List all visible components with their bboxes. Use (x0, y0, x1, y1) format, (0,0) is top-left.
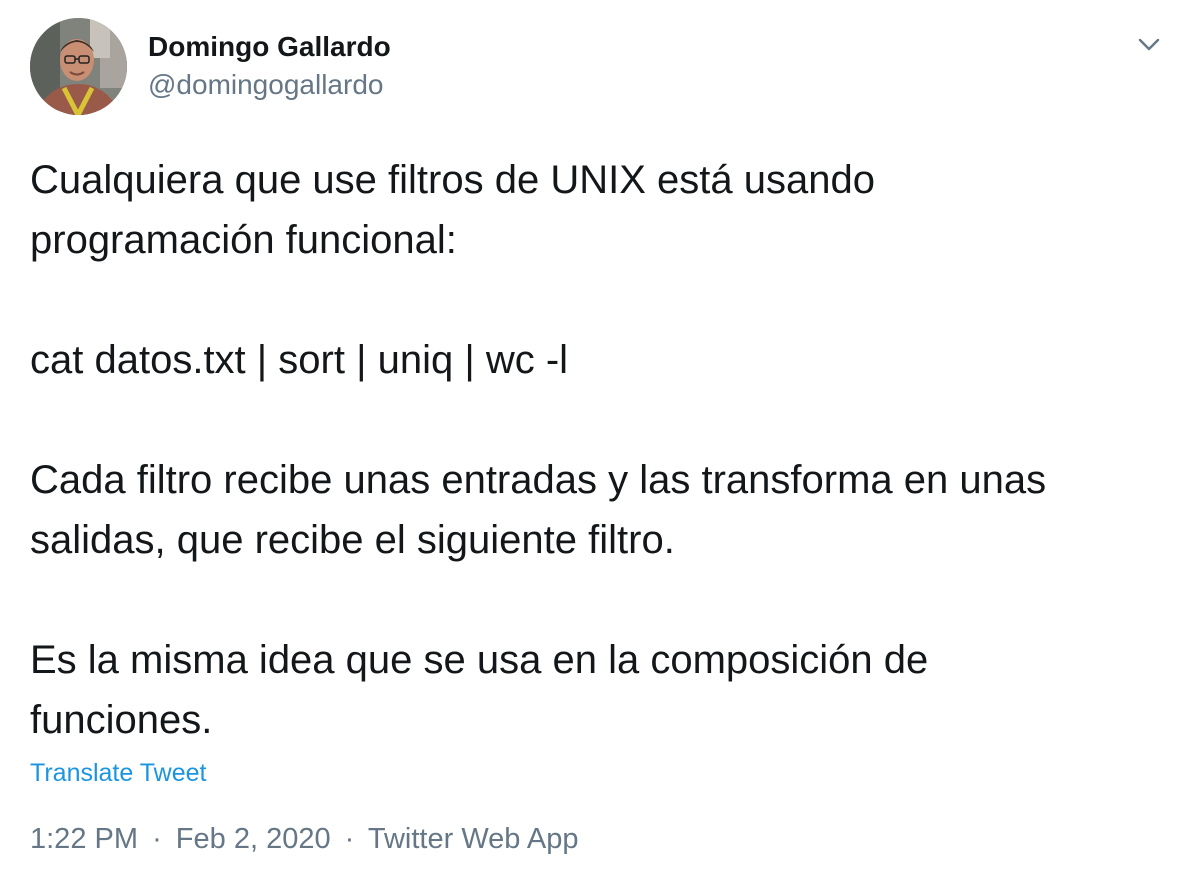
meta-separator: · (344, 823, 355, 855)
avatar[interactable] (30, 18, 127, 115)
tweet-text: Cualquiera que use filtros de UNIX está … (30, 150, 1170, 750)
tweet-text-line: salidas, que recibe el siguiente filtro. (30, 518, 675, 562)
tweet-text-line: Cualquiera que use filtros de UNIX está … (30, 158, 875, 202)
tweet-text-line: funciones. (30, 698, 213, 742)
tweet-text-line: Cada filtro recibe unas entradas y las t… (30, 458, 1047, 502)
tweet-date[interactable]: Feb 2, 2020 (176, 823, 331, 855)
tweet-text-line: cat datos.txt | sort | uniq | wc -l (30, 338, 569, 382)
translate-tweet-link[interactable]: Translate Tweet (30, 757, 206, 789)
tweet-text-line: Es la misma idea que se usa en la compos… (30, 638, 929, 682)
tweet-source-link[interactable]: Twitter Web App (368, 823, 579, 855)
chevron-down-icon[interactable] (1134, 30, 1164, 60)
tweet-card: Domingo Gallardo @domingogallardo Cualqu… (0, 0, 1196, 888)
avatar-photo (30, 18, 127, 115)
meta-separator: · (152, 823, 162, 855)
tweet-text-line: programación funcional: (30, 218, 457, 262)
author-handle[interactable]: @domingogallardo (148, 68, 383, 102)
author-display-name[interactable]: Domingo Gallardo (148, 30, 391, 64)
tweet-metadata: 1:22 PM · Feb 2, 2020 · Twitter Web App (30, 821, 579, 857)
tweet-time[interactable]: 1:22 PM (30, 823, 138, 855)
